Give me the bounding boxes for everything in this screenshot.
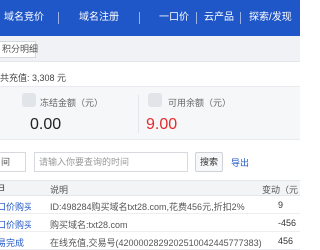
wallet-icon (148, 93, 162, 107)
nav-item-cloud-products[interactable]: 云产品 (204, 11, 234, 25)
row-amount: 9 (278, 200, 284, 210)
row-amount: -456 (278, 218, 297, 228)
tab-strip: 积分明细 (0, 36, 300, 62)
row-description: 购买域名:txt28.com (50, 220, 128, 230)
tab-points-detail[interactable]: 积分明细 (0, 41, 38, 58)
row-amount: 456 (278, 236, 294, 246)
top-nav: 域名竞价 域名注册 一口价 云产品 探索/发现 (0, 0, 300, 36)
frozen-amount-value: 0.00 (30, 116, 62, 133)
nav-separator (58, 12, 59, 24)
available-balance-value: 9.00 (146, 116, 178, 133)
total-recharge-label: 共充值: (0, 73, 30, 83)
frozen-amount-label: 冻结金额（元） (40, 98, 104, 108)
table-row: 口价购买 ID:498284购买域名txt28.com,花费456元,折扣2% … (0, 197, 300, 214)
lock-icon (22, 93, 36, 107)
column-header-description: 说明 (50, 185, 69, 195)
table-header: ∃ 说明 变动（元 (0, 180, 300, 196)
nav-separator (139, 12, 140, 24)
row-type-link[interactable]: 口价购买 (0, 218, 31, 231)
available-balance-label: 可用余额（元） (168, 98, 232, 108)
time-query-input[interactable]: 请输入你要查询的时间 (34, 152, 188, 172)
balance-summary: 冻结金额（元） 0.00 可用余额（元） 9.00 (0, 86, 300, 140)
column-header-change: 变动（元 (262, 185, 299, 195)
nav-separator (196, 12, 197, 24)
search-button[interactable]: 搜索 (195, 152, 223, 172)
row-description: ID:498284购买域名txt28.com,花费456元,折扣2% (50, 202, 245, 212)
column-header-type: ∃ (0, 183, 5, 193)
export-link[interactable]: 导出 (231, 156, 249, 169)
row-description: 在线充值,交易号(42000028292025100424457773​83) (50, 238, 262, 248)
table-row: 口价购买 购买域名:txt28.com -456 (0, 215, 300, 232)
row-type-link[interactable]: 易完成 (0, 236, 31, 249)
total-recharge-value: 3,308 元 (32, 73, 67, 83)
nav-item-fixed-price[interactable]: 一口价 (159, 11, 189, 25)
table-row: 易完成 在线充值,交易号(42000028292025100424457773​… (0, 233, 300, 250)
time-range-select[interactable]: 间 (0, 152, 26, 172)
nav-item-explore[interactable]: 探索/发现 (249, 11, 292, 25)
nav-item-domain-register[interactable]: 域名注册 (79, 11, 119, 25)
total-recharge: 共充值: 3,308 元 (0, 71, 66, 84)
row-type-link[interactable]: 口价购买 (0, 200, 31, 213)
metric-divider (138, 95, 139, 133)
page: 域名竞价 域名注册 一口价 云产品 探索/发现 积分明细 共充值: 3,308 … (0, 0, 300, 250)
nav-separator (240, 12, 241, 24)
search-row: 间 请输入你要查询的时间 搜索 导出 (0, 152, 300, 172)
nav-item-domain-auction[interactable]: 域名竞价 (4, 11, 44, 25)
